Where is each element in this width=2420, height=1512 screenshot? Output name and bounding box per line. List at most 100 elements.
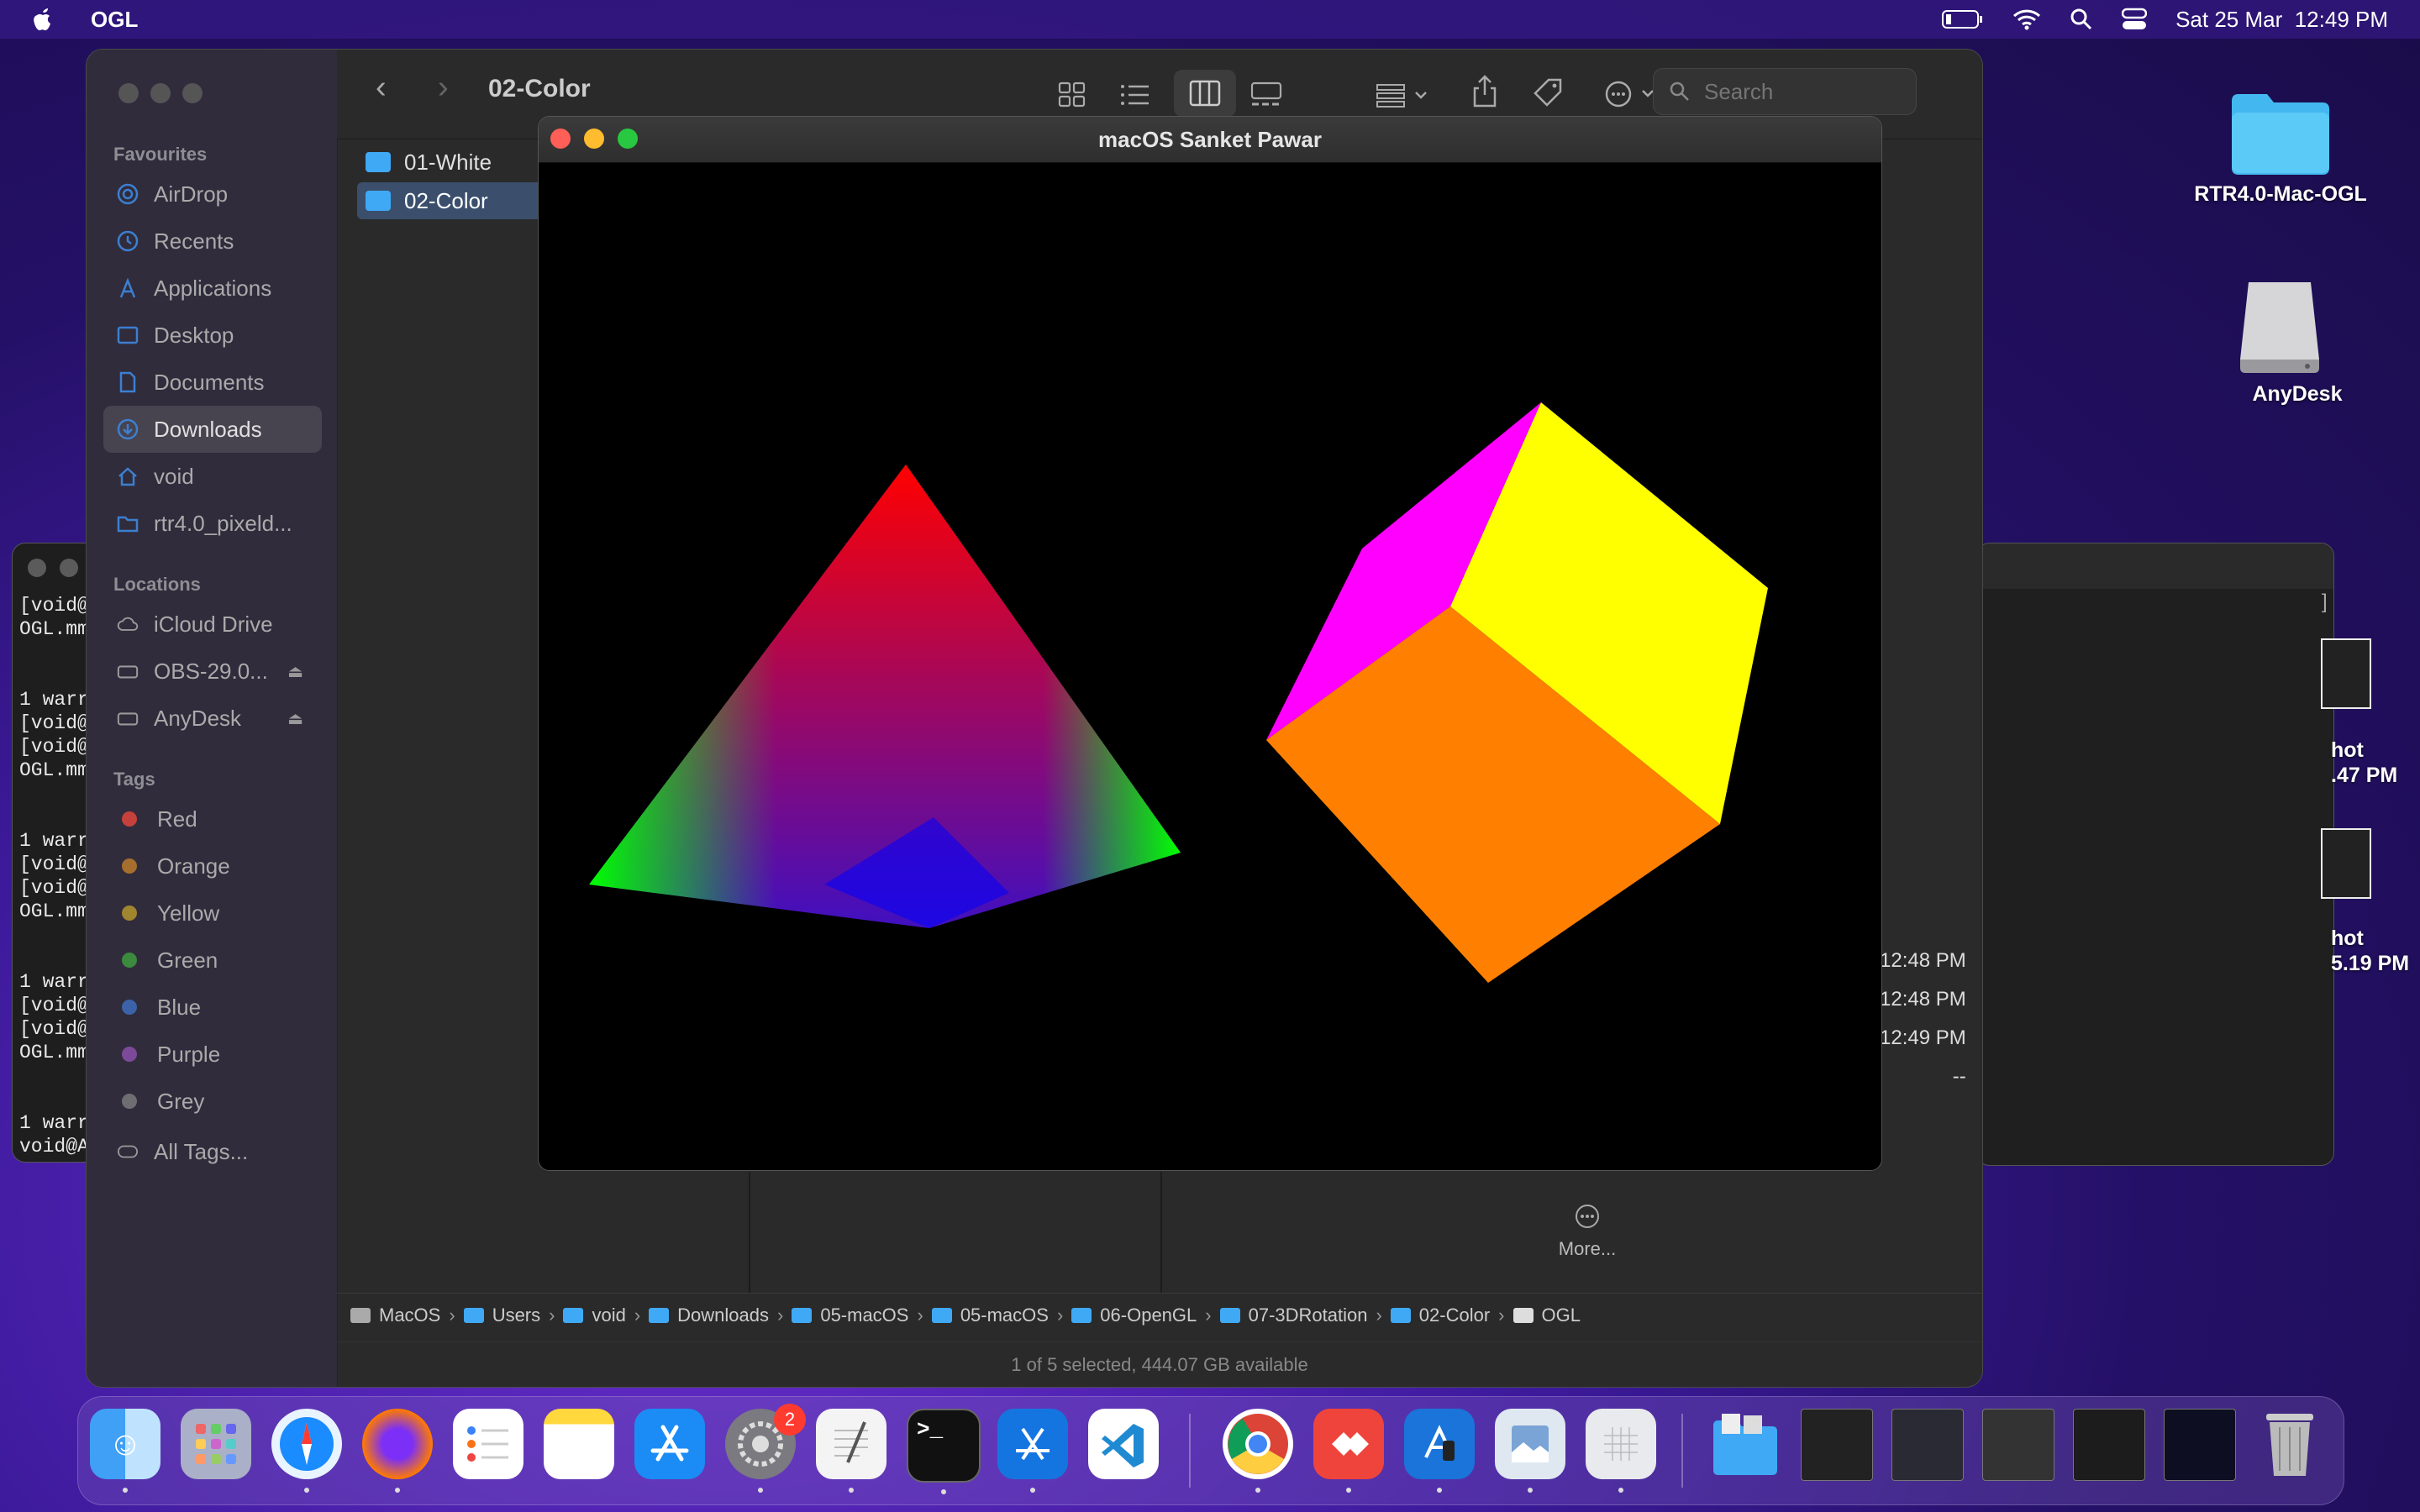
control-center-icon[interactable] xyxy=(2122,8,2148,31)
finder-close-button[interactable] xyxy=(118,83,139,103)
sidebar-tag-orange[interactable]: Orange xyxy=(103,843,322,890)
sidebar-item-airdrop[interactable]: AirDrop xyxy=(103,171,322,218)
sidebar-tag-green[interactable]: Green xyxy=(103,937,322,984)
anydesk-dock-icon[interactable] xyxy=(1313,1409,1384,1493)
terminal-close-button[interactable] xyxy=(28,559,46,577)
eject-icon[interactable]: ⏏ xyxy=(287,661,303,682)
trash-dock-icon[interactable] xyxy=(2254,1409,2325,1479)
status-bar: 1 of 5 selected, 444.07 GB available xyxy=(337,1341,1982,1387)
simulator-dock-icon[interactable] xyxy=(1404,1409,1475,1493)
spotlight-search-icon[interactable] xyxy=(2070,8,2093,31)
path-crumb[interactable]: 05-macOS xyxy=(931,1305,1049,1326)
background-window[interactable]: ] xyxy=(1976,543,2334,1166)
list-view-icon[interactable] xyxy=(1120,83,1150,107)
icon-view-icon[interactable] xyxy=(1058,81,1086,108)
opengl-canvas[interactable] xyxy=(539,162,1881,1170)
app-menu-name[interactable]: OGL xyxy=(91,7,138,33)
path-crumb[interactable]: Downloads xyxy=(649,1305,769,1326)
screenshot-thumbnail-1[interactable] xyxy=(2321,638,2371,709)
screenshot-label-1[interactable]: hot .47 PM xyxy=(2331,738,2397,788)
finder-dock-icon[interactable]: ☺ xyxy=(90,1409,160,1493)
finder-minimize-button[interactable] xyxy=(150,83,171,103)
path-crumb[interactable]: MacOS xyxy=(350,1305,440,1326)
path-crumb[interactable]: 06-OpenGL xyxy=(1071,1305,1197,1326)
sidebar-item-obs[interactable]: OBS-29.0... ⏏ xyxy=(103,648,322,695)
window-thumbnail-4[interactable] xyxy=(2073,1409,2145,1481)
apple-logo-icon[interactable] xyxy=(30,5,55,34)
sidebar-item-all-tags[interactable]: All Tags... xyxy=(103,1128,322,1175)
sidebar-item-void[interactable]: void xyxy=(103,453,322,500)
sidebar-item-rtr-folder[interactable]: rtr4.0_pixeld... xyxy=(103,500,322,547)
sidebar-item-desktop[interactable]: Desktop xyxy=(103,312,322,359)
sidebar-item-icloud[interactable]: iCloud Drive xyxy=(103,601,322,648)
preview-dock-icon[interactable] xyxy=(1495,1409,1565,1493)
app-store-dock-icon[interactable] xyxy=(634,1409,705,1479)
search-icon xyxy=(1670,81,1689,101)
path-crumb[interactable]: 07-3DRotation xyxy=(1219,1305,1367,1326)
sidebar-item-recents[interactable]: Recents xyxy=(103,218,322,265)
desktop-folder-item[interactable]: RTR4.0-Mac-OGL xyxy=(2194,84,2367,207)
terminal-minimize-button[interactable] xyxy=(60,559,78,577)
zoom-button[interactable] xyxy=(618,129,638,149)
battery-icon[interactable] xyxy=(1942,9,1984,29)
path-crumb[interactable]: void xyxy=(563,1305,626,1326)
path-crumb[interactable]: Users xyxy=(463,1305,540,1326)
vscode-dock-icon[interactable] xyxy=(1088,1409,1159,1479)
path-crumb[interactable]: 05-macOS xyxy=(792,1305,908,1326)
window-thumbnail-2[interactable] xyxy=(1891,1409,1964,1481)
sidebar-item-downloads[interactable]: Downloads xyxy=(103,406,322,453)
opengl-window[interactable]: macOS Sanket Pawar xyxy=(538,116,1882,1171)
sidebar-tag-blue[interactable]: Blue xyxy=(103,984,322,1031)
chrome-dock-icon[interactable] xyxy=(1223,1409,1293,1493)
firefox-dock-icon[interactable] xyxy=(362,1409,433,1493)
downloads-stack-dock-icon[interactable] xyxy=(1710,1409,1781,1479)
sidebar-tag-red[interactable]: Red xyxy=(103,795,322,843)
eject-icon[interactable]: ⏏ xyxy=(287,708,303,729)
search-input[interactable] xyxy=(1702,77,1891,106)
document-icon xyxy=(117,371,139,393)
reminders-dock-icon[interactable] xyxy=(453,1409,523,1479)
launchpad-dock-icon[interactable] xyxy=(181,1409,251,1479)
finder-zoom-button[interactable] xyxy=(182,83,203,103)
path-separator-icon: › xyxy=(1056,1305,1064,1326)
sidebar-item-documents[interactable]: Documents xyxy=(103,359,322,406)
opengl-title-bar[interactable]: macOS Sanket Pawar xyxy=(539,117,1881,163)
close-button[interactable] xyxy=(550,129,571,149)
menu-clock[interactable]: Sat 25 Mar 12:49 PM xyxy=(2175,7,2388,33)
window-thumbnail-5[interactable] xyxy=(2164,1409,2236,1481)
more-actions-icon[interactable] xyxy=(1604,80,1660,108)
textedit-dock-icon[interactable] xyxy=(816,1409,886,1493)
group-by-icon[interactable] xyxy=(1376,81,1431,108)
desktop-disk-item[interactable]: AnyDesk xyxy=(2213,272,2381,407)
forward-chevron-icon[interactable]: › xyxy=(438,70,449,106)
share-icon[interactable] xyxy=(1471,73,1498,108)
xcode-dock-icon[interactable] xyxy=(997,1409,1068,1493)
path-crumb[interactable]: 02-Color xyxy=(1390,1305,1490,1326)
window-thumbnail-3[interactable] xyxy=(1982,1409,2054,1481)
tag-icon xyxy=(117,1141,139,1163)
ellipsis-circle-icon xyxy=(1576,1205,1599,1228)
notes-dock-icon[interactable] xyxy=(544,1409,614,1479)
minimize-button[interactable] xyxy=(584,129,604,149)
sidebar-tag-yellow[interactable]: Yellow xyxy=(103,890,322,937)
grid-app-dock-icon[interactable] xyxy=(1586,1409,1656,1493)
more-button[interactable]: More... xyxy=(1528,1204,1646,1260)
dock-divider xyxy=(1681,1414,1683,1488)
sidebar-item-anydesk[interactable]: AnyDesk ⏏ xyxy=(103,695,322,742)
path-crumb[interactable]: OGL xyxy=(1512,1305,1581,1326)
sidebar-tag-purple[interactable]: Purple xyxy=(103,1031,322,1078)
screenshot-label-2[interactable]: hot 5.19 PM xyxy=(2331,926,2409,976)
wifi-icon[interactable] xyxy=(2012,8,2041,30)
search-field[interactable] xyxy=(1653,68,1917,115)
tag-icon[interactable] xyxy=(1532,76,1565,110)
sidebar-item-applications[interactable]: Applications xyxy=(103,265,322,312)
safari-dock-icon[interactable] xyxy=(271,1409,342,1493)
window-thumbnail-1[interactable] xyxy=(1801,1409,1873,1481)
column-view-button[interactable] xyxy=(1174,70,1236,117)
gallery-view-icon[interactable] xyxy=(1249,81,1283,108)
folder-icon xyxy=(463,1308,484,1323)
terminal-dock-icon[interactable]: >_ xyxy=(907,1409,981,1494)
screenshot-thumbnail-2[interactable] xyxy=(2321,828,2371,899)
sidebar-tag-grey[interactable]: Grey xyxy=(103,1078,322,1125)
back-chevron-icon[interactable]: ‹ xyxy=(376,70,387,106)
